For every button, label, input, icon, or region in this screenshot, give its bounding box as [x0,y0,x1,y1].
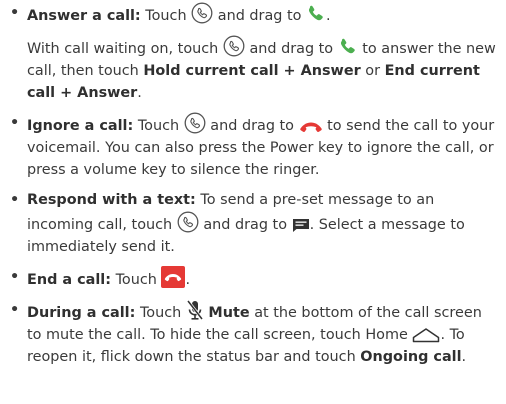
item-title: Respond with a text: [27,192,196,208]
phone-circle-icon [177,211,199,233]
ignore-call-text: Ignore a call: Touch and drag to to send… [27,112,498,181]
phone-circle-icon [191,2,213,24]
phone-circle-icon [223,35,245,57]
bullet: • [10,115,20,131]
message-icon [292,217,310,233]
item-title: Answer a call: [27,8,141,24]
respond-text-text: Respond with a text: To send a pre-set m… [27,192,465,255]
answer-phone-icon [338,37,358,57]
list-item-respond-text: • Respond with a text: To send a pre-set… [10,189,498,258]
list-item-ignore-call: • Ignore a call: Touch and drag to to se… [10,112,498,181]
during-call-text: During a call: Touch Mute at the bottom … [27,299,498,368]
item-title: End a call: [27,272,111,288]
phone-circle-icon [184,112,206,134]
home-icon [412,327,440,343]
decline-phone-icon [299,120,323,134]
bullet: • [10,192,20,208]
list-item-during-call: • During a call: Touch Mute at the botto… [10,299,498,368]
instructions-document: • Answer a call: Touch and drag to . Wit… [0,0,506,368]
item-title: Ignore a call: [27,118,134,134]
list-item-answer-call: • Answer a call: Touch and drag to . Wit… [10,2,498,104]
bullet: • [10,269,20,285]
bullet: • [10,302,20,318]
end-call-text: End a call: Touch . [27,266,498,291]
bullet: • [10,5,20,21]
mic-mute-icon [186,299,204,321]
call-waiting-text: With call waiting on, touch and drag to … [27,35,498,104]
end-call-icon [161,266,186,288]
item-title: During a call: [27,305,136,321]
answer-call-text: Answer a call: Touch and drag to . [27,2,498,27]
answer-phone-icon [306,4,326,24]
list-item-end-call: • End a call: Touch . [10,266,498,291]
